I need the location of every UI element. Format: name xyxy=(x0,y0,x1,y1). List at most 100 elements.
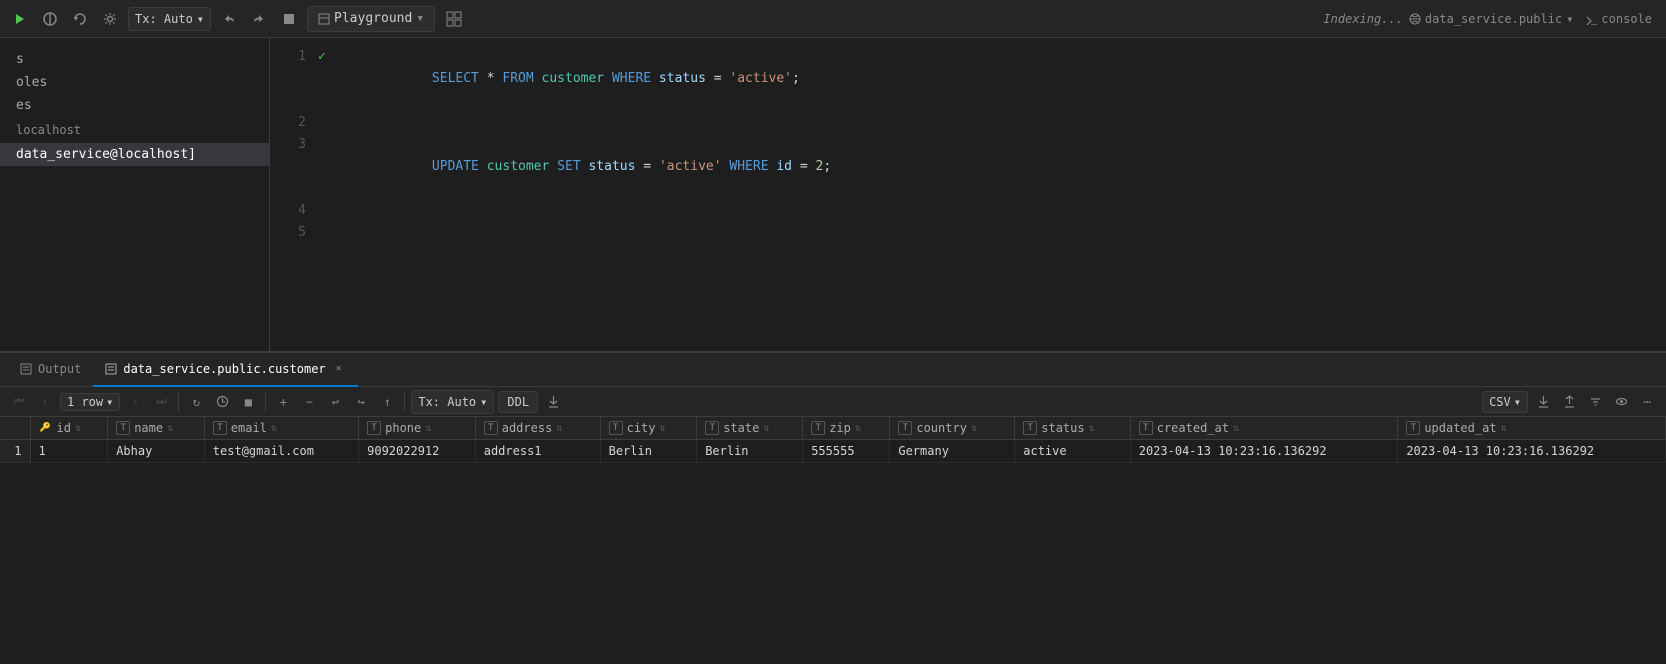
th-state[interactable]: T state ⇅ xyxy=(697,417,803,440)
cell-phone[interactable]: 9092022912 xyxy=(359,440,476,463)
undo-button[interactable] xyxy=(217,7,241,31)
separator-2 xyxy=(265,392,266,412)
th-rownum xyxy=(0,417,30,440)
bottom-panel: Output data_service.public.customer ✕ ⏮ … xyxy=(0,353,1666,664)
sidebar-item-s[interactable]: s xyxy=(0,48,269,71)
connection-dropdown[interactable]: data_service.public ▾ xyxy=(1409,12,1574,26)
sidebar-section-localhost: localhost xyxy=(0,117,269,143)
tab-close-button[interactable]: ✕ xyxy=(332,362,346,376)
settings-button[interactable] xyxy=(98,7,122,31)
eye-button[interactable] xyxy=(1610,391,1632,413)
run-button[interactable] xyxy=(8,7,32,31)
th-status[interactable]: T status ⇅ xyxy=(1015,417,1130,440)
pk-icon: 🔑 xyxy=(39,421,53,435)
add-row-button[interactable]: + xyxy=(272,391,294,413)
th-id[interactable]: 🔑 id ⇅ xyxy=(30,417,108,440)
cell-created-at[interactable]: 2023-04-13 10:23:16.136292 xyxy=(1130,440,1398,463)
row-count-dropdown[interactable]: 1 row ▾ xyxy=(60,393,120,411)
sidebar-item-es[interactable]: es xyxy=(0,94,269,117)
th-address[interactable]: T address ⇅ xyxy=(475,417,600,440)
sort-status-icon[interactable]: ⇅ xyxy=(1089,423,1095,434)
sort-created-icon[interactable]: ⇅ xyxy=(1233,423,1239,434)
separator-1 xyxy=(178,392,179,412)
code-line-4: 4 xyxy=(270,200,1666,222)
cell-state[interactable]: Berlin xyxy=(697,440,803,463)
sort-zip-icon[interactable]: ⇅ xyxy=(855,423,861,434)
tab-customer[interactable]: data_service.public.customer ✕ xyxy=(93,353,357,387)
th-updated-at[interactable]: T updated_at ⇅ xyxy=(1398,417,1666,440)
cell-address[interactable]: address1 xyxy=(475,440,600,463)
sort-city-icon[interactable]: ⇅ xyxy=(660,423,666,434)
next-page-button[interactable]: › xyxy=(124,391,146,413)
history-button[interactable] xyxy=(211,391,233,413)
main-layout: s oles es localhost data_service@localho… xyxy=(0,38,1666,664)
redo-edit-button[interactable]: ↪ xyxy=(350,391,372,413)
cell-country[interactable]: Germany xyxy=(890,440,1015,463)
grid-view-button[interactable] xyxy=(441,6,467,32)
playground-tab[interactable]: Playground ▾ xyxy=(307,6,435,32)
code-line-2: 2 xyxy=(270,112,1666,134)
data-table: 🔑 id ⇅ T name ⇅ xyxy=(0,417,1666,463)
th-phone[interactable]: T phone ⇅ xyxy=(359,417,476,440)
sidebar: s oles es localhost data_service@localho… xyxy=(0,38,270,351)
th-zip[interactable]: T zip ⇅ xyxy=(803,417,890,440)
row-num: 1 xyxy=(0,440,30,463)
sort-phone-icon[interactable]: ⇅ xyxy=(425,423,431,434)
tab-output[interactable]: Output xyxy=(8,353,93,387)
th-city[interactable]: T city ⇅ xyxy=(600,417,697,440)
separator-3 xyxy=(404,392,405,412)
code-line-1: 1 ✓ SELECT * FROM customer WHERE status … xyxy=(270,46,1666,112)
filter-button[interactable] xyxy=(1584,391,1606,413)
refresh-data-button[interactable]: ↻ xyxy=(185,391,207,413)
undo-edit-button[interactable]: ↩ xyxy=(324,391,346,413)
th-name[interactable]: T name ⇅ xyxy=(108,417,205,440)
upload-button[interactable] xyxy=(1558,391,1580,413)
stop-data-button[interactable]: ■ xyxy=(237,391,259,413)
console-button[interactable]: console xyxy=(1579,10,1658,28)
cell-status[interactable]: active xyxy=(1015,440,1130,463)
top-toolbar: Tx: Auto ▾ Playground ▾ Indexing... data… xyxy=(0,0,1666,38)
cell-updated-at[interactable]: 2023-04-13 10:23:16.136292 xyxy=(1398,440,1666,463)
th-created-at[interactable]: T created_at ⇅ xyxy=(1130,417,1398,440)
th-country[interactable]: T country ⇅ xyxy=(890,417,1015,440)
export-pin-button[interactable] xyxy=(542,391,564,413)
cell-zip[interactable]: 555555 xyxy=(803,440,890,463)
delete-row-button[interactable]: − xyxy=(298,391,320,413)
prev-page-button[interactable]: ‹ xyxy=(34,391,56,413)
sidebar-item-datasource[interactable]: data_service@localhost] xyxy=(0,143,269,166)
refresh-button[interactable] xyxy=(68,7,92,31)
editor-section: s oles es localhost data_service@localho… xyxy=(0,38,1666,353)
last-page-button[interactable]: ⏭ xyxy=(150,391,172,413)
sort-name-icon[interactable]: ⇅ xyxy=(167,423,173,434)
cell-id[interactable]: 1 xyxy=(30,440,108,463)
first-page-button[interactable]: ⏮ xyxy=(8,391,30,413)
csv-dropdown[interactable]: CSV ▾ xyxy=(1482,391,1528,413)
cell-email[interactable]: test@gmail.com xyxy=(204,440,358,463)
sort-updated-icon[interactable]: ⇅ xyxy=(1501,423,1507,434)
cell-name[interactable]: Abhay xyxy=(108,440,205,463)
redo-button[interactable] xyxy=(247,7,271,31)
sidebar-item-oles[interactable]: oles xyxy=(0,71,269,94)
data-table-container[interactable]: 🔑 id ⇅ T name ⇅ xyxy=(0,417,1666,664)
sort-email-icon[interactable]: ⇅ xyxy=(271,423,277,434)
more-options-button[interactable]: ⋯ xyxy=(1636,391,1658,413)
sort-address-icon[interactable]: ⇅ xyxy=(556,423,562,434)
bottom-tx-dropdown[interactable]: Tx: Auto ▾ xyxy=(411,390,494,414)
sort-state-icon[interactable]: ⇅ xyxy=(763,423,769,434)
up-button[interactable]: ↑ xyxy=(376,391,398,413)
sort-country-icon[interactable]: ⇅ xyxy=(971,423,977,434)
code-editor[interactable]: 1 ✓ SELECT * FROM customer WHERE status … xyxy=(270,38,1666,252)
bottom-tabs: Output data_service.public.customer ✕ xyxy=(0,353,1666,387)
editor-area[interactable]: 1 ✓ SELECT * FROM customer WHERE status … xyxy=(270,38,1666,351)
stop-circle-button[interactable] xyxy=(38,7,62,31)
code-line-3: 3 UPDATE customer SET status = 'active' … xyxy=(270,134,1666,200)
cell-city[interactable]: Berlin xyxy=(600,440,697,463)
sort-id-icon[interactable]: ⇅ xyxy=(75,423,81,434)
bottom-toolbar: ⏮ ‹ 1 row ▾ › ⏭ ↻ ■ + − ↩ ↪ ↑ Tx: Auto ▾ xyxy=(0,387,1666,417)
table-row[interactable]: 1 1 Abhay test@gmail.com 9092022912 addr… xyxy=(0,440,1666,463)
ddl-button[interactable]: DDL xyxy=(498,391,538,413)
download-button[interactable] xyxy=(1532,391,1554,413)
th-email[interactable]: T email ⇅ xyxy=(204,417,358,440)
tx-dropdown[interactable]: Tx: Auto ▾ xyxy=(128,7,211,31)
stop-button[interactable] xyxy=(277,7,301,31)
